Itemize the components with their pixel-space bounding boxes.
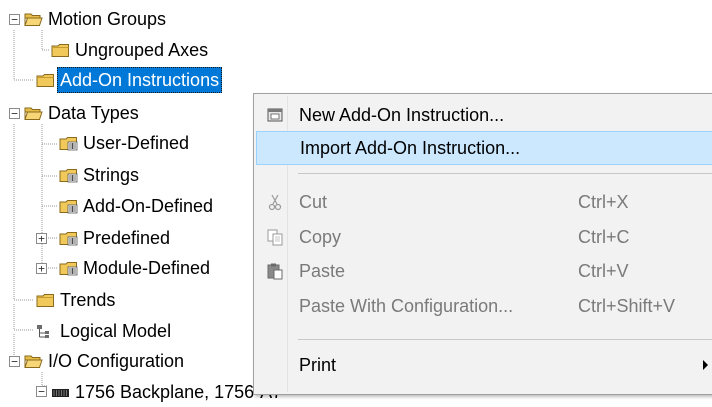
tree-item-add-on-instructions[interactable]: Add-On Instructions [36, 65, 223, 95]
tree-item-backplane[interactable]: 1756 Backplane, 1756-A7 [51, 377, 285, 407]
tree-item-label: Trends [60, 290, 116, 310]
menu-item-label: Print [299, 354, 337, 375]
tree-item-label: Module-Defined [83, 258, 211, 278]
tree-item-label: Ungrouped Axes [75, 40, 209, 60]
open-folder-icon [24, 12, 43, 27]
folder-icon [36, 293, 55, 308]
tree-item-logical-model[interactable]: Logical Model [36, 316, 174, 346]
tree-item-ungrouped-axes[interactable]: Ungrouped Axes [51, 35, 211, 65]
expand-predefined[interactable]: + [36, 233, 47, 244]
shortcut-label: Ctrl+V [578, 260, 629, 281]
tree-item-label: Predefined [83, 228, 171, 248]
data-type-folder-icon [59, 136, 78, 151]
menu-item-import-add-on-instruction[interactable]: Import Add-On Instruction... [256, 131, 712, 165]
collapse-backplane[interactable]: − [36, 386, 47, 397]
menu-item-print[interactable]: Print [256, 348, 712, 382]
collapse-io-configuration[interactable]: − [9, 356, 20, 367]
open-folder-icon [24, 106, 43, 121]
menu-item-label: New Add-On Instruction... [299, 104, 505, 125]
tree-item-data-types[interactable]: Data Types [24, 98, 142, 128]
collapse-data-types[interactable]: − [9, 108, 20, 119]
tree-item-strings[interactable]: Strings [59, 160, 142, 190]
tree-item-motion-groups[interactable]: Motion Groups [24, 4, 169, 34]
tree-item-label: Strings [83, 165, 140, 185]
menu-separator [298, 173, 712, 174]
menu-item-label: Cut [299, 191, 328, 212]
tree-item-label: Motion Groups [48, 9, 167, 29]
data-type-folder-icon [59, 231, 78, 246]
tree-item-add-on-defined[interactable]: Add-On-Defined [59, 191, 216, 221]
tree-item-predefined[interactable]: Predefined [59, 223, 173, 253]
open-folder-icon [24, 354, 43, 369]
collapse-motion-groups[interactable]: − [9, 14, 20, 25]
menu-item-paste[interactable]: Paste Ctrl+V [256, 254, 712, 288]
backplane-icon [52, 388, 69, 397]
tree-item-io-configuration[interactable]: I/O Configuration [24, 346, 187, 376]
expand-module-defined[interactable]: + [36, 263, 47, 274]
tree-item-trends[interactable]: Trends [36, 285, 118, 315]
menu-item-paste-with-configuration[interactable]: Paste With Configuration... Ctrl+Shift+V [256, 289, 712, 323]
tree-item-label: Add-On-Defined [83, 196, 214, 216]
tree-item-module-defined[interactable]: Module-Defined [59, 253, 213, 283]
menu-item-label: Paste With Configuration... [299, 295, 514, 316]
menu-item-cut[interactable]: Cut Ctrl+X [256, 185, 712, 219]
menu-separator [298, 339, 712, 340]
logical-model-icon [37, 324, 49, 338]
shortcut-label: Ctrl+C [578, 226, 630, 247]
tree-item-label: Data Types [48, 103, 139, 123]
submenu-arrow-icon [703, 360, 708, 370]
menu-item-new-add-on-instruction[interactable]: New Add-On Instruction... [256, 98, 712, 132]
context-menu: New Add-On Instruction... Import Add-On … [253, 93, 712, 395]
menu-item-label: Import Add-On Instruction... [300, 137, 521, 158]
copy-icon [267, 229, 283, 246]
shortcut-label: Ctrl+X [578, 191, 629, 212]
menu-item-copy[interactable]: Copy Ctrl+C [256, 220, 712, 254]
tree-item-label: Logical Model [60, 321, 172, 341]
tree-item-user-defined[interactable]: User-Defined [59, 128, 192, 158]
data-type-folder-icon [59, 261, 78, 276]
tree-item-label: I/O Configuration [48, 351, 185, 371]
paste-icon [267, 263, 283, 280]
tree-item-label: Add-On Instructions [57, 67, 223, 93]
folder-icon [36, 73, 55, 88]
data-type-folder-icon [59, 168, 78, 183]
data-type-folder-icon [59, 199, 78, 214]
menu-item-label: Copy [299, 226, 342, 247]
shortcut-label: Ctrl+Shift+V [578, 295, 676, 316]
new-aoi-icon [267, 108, 283, 122]
tree-item-label: User-Defined [83, 133, 190, 153]
folder-icon [51, 43, 70, 58]
menu-item-label: Paste [299, 260, 346, 281]
scissors-icon [268, 194, 282, 211]
